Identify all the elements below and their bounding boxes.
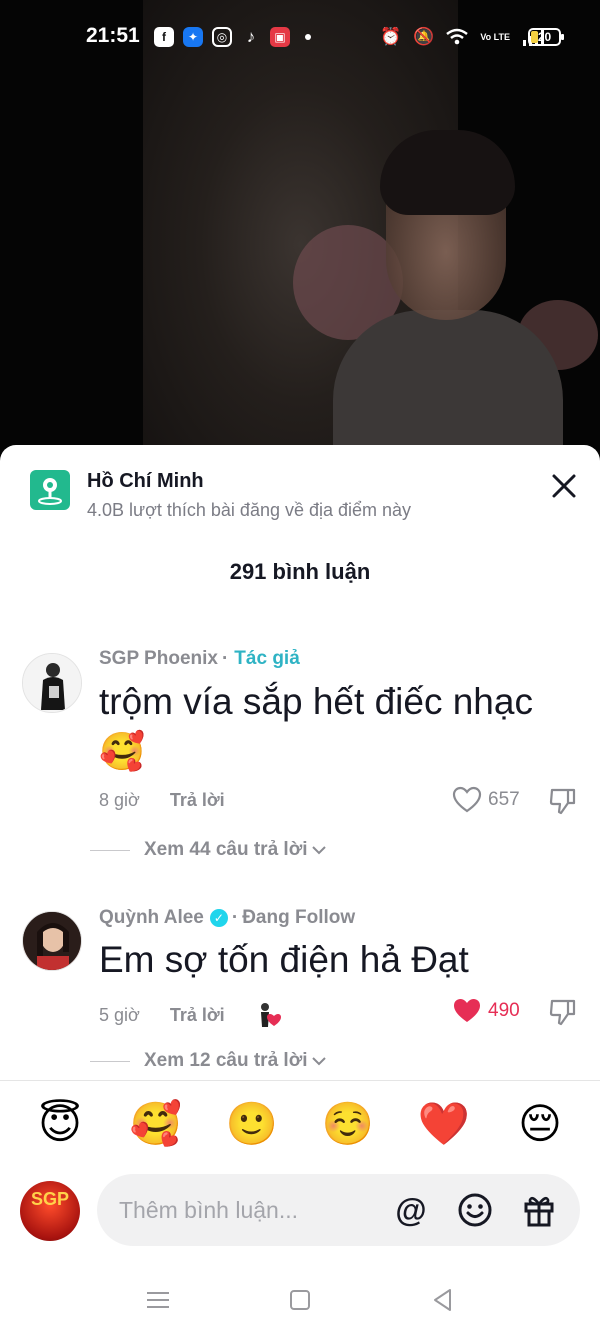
like-button[interactable]: 490 (452, 997, 520, 1025)
reply-button[interactable]: Trả lời (170, 1005, 225, 1026)
system-icons: ⏰ 🔕 Vo LTE (380, 27, 545, 47)
emoji-pensive-button[interactable]: 😔 (510, 1099, 570, 1149)
replies-divider (90, 849, 130, 851)
creator-liked-icon (260, 1003, 281, 1027)
view-replies-label: Xem 12 câu trả lời (144, 1050, 308, 1071)
emoji-halo-button[interactable]: 😇 (30, 1099, 90, 1149)
comment-input[interactable] (119, 1194, 389, 1226)
emoji-heart-button[interactable]: ❤️ (414, 1099, 474, 1149)
comment-time: 8 giờ (99, 790, 140, 810)
screen-record-icon: ▣ (270, 27, 290, 47)
heart-outline-icon (452, 786, 482, 813)
separator: · (221, 648, 229, 669)
mention-icon[interactable]: @ (393, 1192, 429, 1228)
divider (0, 1080, 600, 1081)
dislike-icon[interactable] (548, 786, 578, 816)
comment-header: Quỳnh Alee ✓ · Đang Follow (99, 907, 355, 929)
person-body (333, 310, 563, 445)
chevron-down-icon (312, 846, 327, 855)
alarm-icon: ⏰ (380, 27, 402, 46)
gift-icon[interactable] (521, 1192, 557, 1228)
verified-badge-icon: ✓ (209, 909, 228, 927)
comment-input-box[interactable]: @ (97, 1174, 580, 1246)
comment-meta: 5 giờ Trả lời (99, 1001, 283, 1029)
following-tag: Đang Follow (242, 907, 356, 928)
close-icon[interactable] (548, 470, 580, 502)
notification-icons: f ✦ ◎ ♪ ▣ (154, 27, 311, 47)
status-time: 21:51 (86, 24, 140, 47)
avatar-image (23, 654, 81, 712)
avatar[interactable] (22, 911, 82, 971)
messenger-icon: ✦ (183, 27, 203, 47)
battery-level: 20 (537, 30, 552, 44)
heart-filled-icon (454, 999, 480, 1022)
comment-text: trộm vía sắp hết điếc nhạc 🥰 (99, 681, 533, 772)
username[interactable]: SGP Phoenix (99, 648, 218, 670)
view-replies-button[interactable]: Xem 44 câu trả lời (90, 839, 327, 861)
chevron-down-icon (312, 1057, 327, 1066)
like-count: 490 (488, 1000, 520, 1021)
volte-icon: Vo LTE (480, 31, 511, 42)
person-hair (380, 130, 515, 215)
comment-time: 5 giờ (99, 1004, 140, 1025)
location-title: Hồ Chí Minh (87, 470, 204, 492)
emoji-hearts-button[interactable]: 🥰 (126, 1099, 186, 1149)
comments-sheet: Hồ Chí Minh 4.0B lượt thích bài đăng về … (0, 445, 600, 1333)
separator: · (231, 907, 239, 928)
replies-divider (90, 1060, 130, 1062)
location-pin-icon (30, 470, 70, 510)
my-avatar: SGP (20, 1181, 80, 1241)
comment-text: Em sợ tốn điện hả Đạt (99, 939, 469, 980)
video-frame (143, 0, 598, 445)
dislike-icon[interactable] (548, 997, 578, 1027)
mute-icon: 🔕 (413, 27, 435, 46)
more-notifications-dot (305, 34, 311, 40)
location-subtitle: 4.0B lượt thích bài đăng về địa điểm này (87, 500, 412, 520)
wifi-icon (446, 28, 469, 45)
video-player[interactable] (0, 0, 600, 470)
view-replies-button[interactable]: Xem 12 câu trả lời (90, 1050, 327, 1072)
author-tag: Tác giả (234, 648, 300, 669)
location-card[interactable]: Hồ Chí Minh 4.0B lượt thích bài đăng về … (30, 470, 550, 520)
avatar[interactable] (22, 653, 82, 713)
tiktok-icon: ♪ (246, 27, 256, 46)
battery-icon: 20 (528, 28, 564, 46)
like-button[interactable]: 657 (452, 786, 520, 814)
app-screen: 21:51 f ✦ ◎ ♪ ▣ ⏰ 🔕 Vo LTE 20 Hồ Chí Min… (0, 0, 600, 1333)
avatar-image (23, 912, 81, 970)
facebook-icon: f (154, 27, 174, 47)
username[interactable]: Quỳnh Alee (99, 907, 204, 929)
like-count: 657 (488, 789, 520, 810)
comment-header: SGP Phoenix · Tác giả (99, 648, 300, 670)
emoji-smile-button[interactable]: 🙂 (222, 1099, 282, 1149)
back-icon[interactable] (428, 1285, 458, 1315)
menu-icon[interactable] (143, 1285, 173, 1315)
emoji-picker-icon[interactable] (457, 1192, 493, 1228)
reply-button[interactable]: Trả lời (170, 790, 225, 811)
view-replies-label: Xem 44 câu trả lời (144, 839, 308, 860)
home-icon[interactable] (285, 1285, 315, 1315)
comments-count: 291 bình luận (229, 559, 371, 584)
system-nav-bar (0, 1270, 600, 1333)
quick-emoji-bar: 😇 🥰 🙂 ☺️ ❤️ 😔 (30, 1099, 570, 1149)
emoji-relaxed-button[interactable]: ☺️ (318, 1099, 378, 1149)
status-bar: 21:51 f ✦ ◎ ♪ ▣ ⏰ 🔕 Vo LTE 20 (0, 18, 600, 58)
instagram-icon: ◎ (212, 27, 232, 47)
comment-meta: 8 giờ Trả lời (99, 790, 225, 811)
